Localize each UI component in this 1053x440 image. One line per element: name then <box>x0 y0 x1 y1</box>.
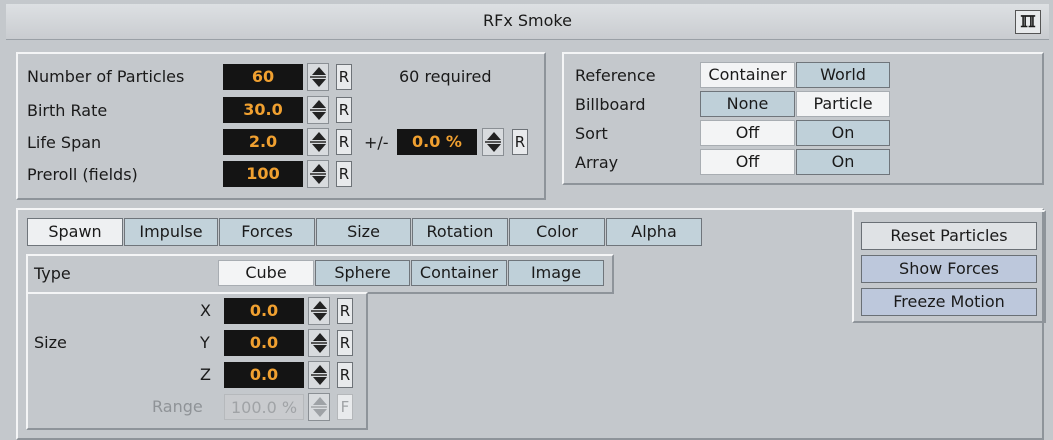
arrow-up-icon <box>487 132 501 140</box>
sort-off-toggle[interactable]: Off <box>700 120 795 146</box>
billboard-none-toggle[interactable]: None <box>700 91 795 117</box>
arrow-up-icon <box>312 100 326 108</box>
arrow-down-icon <box>313 345 327 353</box>
array-label: Array <box>575 153 619 172</box>
arrow-down-icon <box>312 176 326 184</box>
vizrt-logo-icon[interactable]: ℿ <box>1015 10 1041 34</box>
range-field: 100.0 % <box>224 394 304 420</box>
tab-impulse[interactable]: Impulse <box>124 218 218 246</box>
preroll-stepper[interactable] <box>307 160 329 188</box>
birth-rate-field[interactable]: 30.0 <box>223 97 303 123</box>
particles-count-reset-button[interactable]: R <box>336 64 352 90</box>
arrow-down-icon <box>313 409 327 417</box>
arrow-down-icon <box>313 313 327 321</box>
size-x-stepper[interactable] <box>308 297 330 325</box>
particles-count-stepper[interactable] <box>307 63 329 91</box>
arrow-up-icon <box>312 132 326 140</box>
size-x-label: X <box>200 301 211 320</box>
reference-world-toggle[interactable]: World <box>796 62 890 88</box>
arrow-down-icon <box>313 377 327 385</box>
range-label: Range <box>152 397 203 416</box>
reset-particles-button[interactable]: Reset Particles <box>861 222 1037 250</box>
tab-forces[interactable]: Forces <box>219 218 315 246</box>
size-z-label: Z <box>200 365 211 384</box>
size-z-field[interactable]: 0.0 <box>224 362 304 388</box>
size-y-label: Y <box>200 333 210 352</box>
billboard-particle-toggle[interactable]: Particle <box>796 91 890 117</box>
birth-rate-stepper[interactable] <box>307 96 329 124</box>
tab-size[interactable]: Size <box>316 218 411 246</box>
tab-rotation[interactable]: Rotation <box>412 218 508 246</box>
life-span-reset-button[interactable]: R <box>336 129 352 155</box>
life-span-label: Life Span <box>27 133 102 152</box>
arrow-down-icon <box>312 112 326 120</box>
type-container-option[interactable]: Container <box>411 260 507 286</box>
birth-rate-reset-button[interactable]: R <box>336 97 352 123</box>
array-off-toggle[interactable]: Off <box>700 149 795 175</box>
preroll-field[interactable]: 100 <box>223 161 303 187</box>
variance-reset-button[interactable]: R <box>512 129 528 155</box>
life-span-field[interactable]: 2.0 <box>223 129 303 155</box>
arrow-down-icon <box>312 79 326 87</box>
variance-field[interactable]: 0.0 % <box>397 129 477 155</box>
arrow-up-icon <box>313 301 327 309</box>
size-y-stepper[interactable] <box>308 329 330 357</box>
type-label: Type <box>34 264 71 283</box>
arrow-up-icon <box>312 164 326 172</box>
reference-container-toggle[interactable]: Container <box>700 62 795 88</box>
tab-spawn[interactable]: Spawn <box>27 218 123 246</box>
arrow-up-icon <box>313 333 327 341</box>
tab-alpha[interactable]: Alpha <box>606 218 702 246</box>
size-z-stepper[interactable] <box>308 361 330 389</box>
array-on-toggle[interactable]: On <box>796 149 890 175</box>
birth-rate-label: Birth Rate <box>27 101 108 120</box>
arrow-down-icon <box>312 144 326 152</box>
preroll-reset-button[interactable]: R <box>336 161 352 187</box>
arrow-down-icon <box>487 144 501 152</box>
particles-count-label: Number of Particles <box>27 67 185 86</box>
size-y-reset-button[interactable]: R <box>337 330 353 356</box>
type-image-option[interactable]: Image <box>508 260 604 286</box>
show-forces-button[interactable]: Show Forces <box>861 255 1037 283</box>
size-label: Size <box>34 333 67 352</box>
freeze-motion-button[interactable]: Freeze Motion <box>861 288 1037 316</box>
particles-count-field[interactable]: 60 <box>223 64 303 90</box>
variance-stepper[interactable] <box>482 128 504 156</box>
size-z-reset-button[interactable]: R <box>337 362 353 388</box>
billboard-label: Billboard <box>575 95 646 114</box>
window-title: RFx Smoke <box>483 11 572 30</box>
tab-color[interactable]: Color <box>509 218 605 246</box>
arrow-up-icon <box>313 365 327 373</box>
sort-label: Sort <box>575 124 608 143</box>
range-stepper <box>308 393 330 421</box>
arrow-up-icon <box>312 67 326 75</box>
variance-label: +/- <box>364 133 389 152</box>
life-span-stepper[interactable] <box>307 128 329 156</box>
sort-on-toggle[interactable]: On <box>796 120 890 146</box>
size-x-field[interactable]: 0.0 <box>224 298 304 324</box>
title-bar: RFx Smoke ℿ <box>6 4 1049 40</box>
range-reset-button: F <box>337 394 353 420</box>
reference-label: Reference <box>575 66 656 85</box>
size-y-field[interactable]: 0.0 <box>224 330 304 356</box>
size-x-reset-button[interactable]: R <box>337 298 353 324</box>
type-cube-option[interactable]: Cube <box>218 260 314 286</box>
type-sphere-option[interactable]: Sphere <box>315 260 410 286</box>
preroll-label: Preroll (fields) <box>27 165 138 184</box>
arrow-up-icon <box>313 397 327 405</box>
required-count-text: 60 required <box>399 67 492 86</box>
